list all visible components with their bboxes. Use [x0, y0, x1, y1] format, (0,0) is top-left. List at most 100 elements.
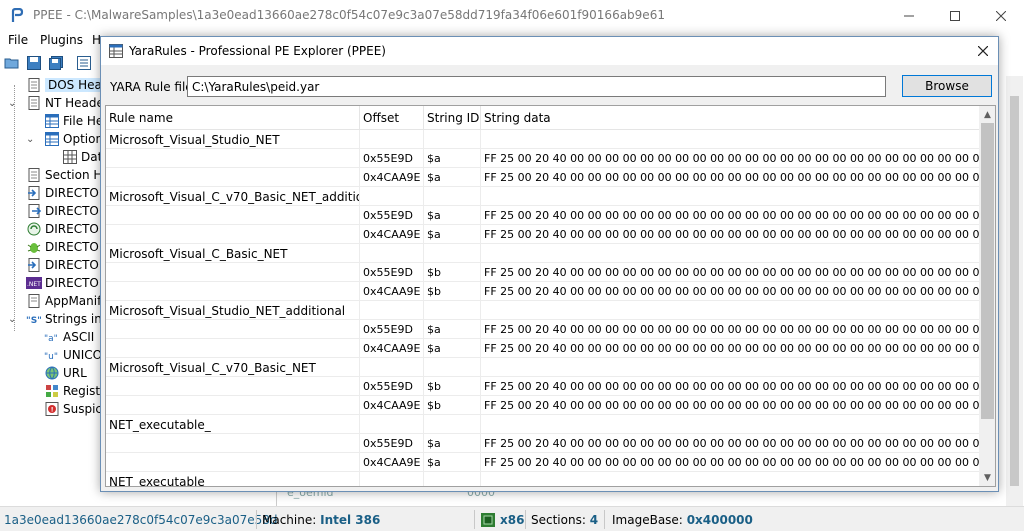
hex-view-icon[interactable]	[76, 55, 92, 71]
cell-offset: 0x4CAA9E	[360, 396, 424, 415]
tree-item[interactable]: File He	[44, 112, 101, 130]
cell-data	[481, 244, 979, 263]
rule-group-row[interactable]: NET_executable	[106, 472, 979, 486]
match-row[interactable]: 0x4CAA9E $a FF 25 00 20 40 00 00 00 00 00 …	[106, 225, 979, 244]
cell-id: $b	[424, 396, 481, 415]
tree-item-label: Section He	[45, 168, 101, 182]
maximize-icon	[950, 10, 960, 21]
cell-rule: Microsoft_Visual_C_v70_Basic_NET	[106, 358, 360, 377]
save-icon[interactable]	[26, 55, 42, 71]
scroll-down-icon[interactable]: ▼	[979, 469, 995, 486]
table-header: Rule name Offset String ID String data	[106, 106, 979, 130]
table-icon	[45, 132, 59, 146]
match-row[interactable]: 0x4CAA9E $b FF 25 00 20 40 00 00 00 00 00 …	[106, 282, 979, 301]
status-imagebase: ImageBase: 0x400000	[612, 507, 753, 532]
tree-item[interactable]: Dat	[62, 148, 101, 166]
svg-text:.NET: .NET	[27, 281, 41, 288]
cell-rule: Microsoft_Visual_Studio_NET	[106, 130, 360, 149]
tree-item-label: ASCII	[63, 330, 95, 344]
column-header-rule-name[interactable]: Rule name	[106, 106, 360, 130]
rule-group-row[interactable]: NET_executable_	[106, 415, 979, 434]
document-icon	[28, 168, 40, 182]
cell-offset: 0x4CAA9E	[360, 339, 424, 358]
cell-offset	[360, 358, 424, 377]
tree-item[interactable]: DIRECTOR	[26, 238, 101, 256]
rule-group-row[interactable]: Microsoft_Visual_C_Basic_NET	[106, 244, 979, 263]
dialog-close-button[interactable]	[968, 37, 998, 65]
rule-group-row[interactable]: Microsoft_Visual_Studio_NET_additional	[106, 301, 979, 320]
tree-item[interactable]: ⌄ Option	[26, 130, 101, 148]
chevron-down-icon[interactable]: ⌄	[8, 98, 17, 109]
tree-item[interactable]: AppManif	[26, 292, 101, 310]
chevron-down-icon[interactable]: ⌄	[8, 314, 17, 325]
column-header-offset[interactable]: Offset	[360, 106, 424, 130]
match-row[interactable]: 0x55E9D $a FF 25 00 20 40 00 00 00 00 00 0…	[106, 434, 979, 453]
tree-item[interactable]: Regist	[44, 382, 100, 400]
column-header-string-data[interactable]: String data	[481, 106, 979, 130]
rule-group-row[interactable]: Microsoft_Visual_C_v70_Basic_NET_additio…	[106, 187, 979, 206]
cell-id: $b	[424, 282, 481, 301]
tree-item[interactable]: DIRECTOR	[26, 256, 101, 274]
bug-icon	[27, 243, 41, 253]
cell-id: $a	[424, 434, 481, 453]
cell-data: FF 25 00 20 40 00 00 00 00 00 00 00 00 0…	[484, 437, 979, 450]
tree-item-label: File He	[63, 114, 101, 128]
match-row[interactable]: 0x55E9D $b FF 25 00 20 40 00 00 00 00 00 0…	[106, 377, 979, 396]
match-row[interactable]: 0x55E9D $b FF 25 00 20 40 00 00 00 00 00 0…	[106, 263, 979, 282]
match-row[interactable]: 0x4CAA9E $a FF 25 00 20 40 00 00 00 00 00 …	[106, 453, 979, 472]
tree-item[interactable]: ! Suspic	[44, 400, 101, 418]
rule-group-row[interactable]: Microsoft_Visual_Studio_NET	[106, 130, 979, 149]
match-row[interactable]: 0x55E9D $a FF 25 00 20 40 00 00 00 00 00 0…	[106, 206, 979, 225]
tree-item[interactable]: Section He	[26, 166, 101, 184]
match-row[interactable]: 0x55E9D $a FF 25 00 20 40 00 00 00 00 00 0…	[106, 149, 979, 168]
toolbar	[0, 52, 100, 74]
cell-id	[424, 415, 481, 434]
tree-item[interactable]: URL	[44, 364, 87, 382]
match-row[interactable]: 0x4CAA9E $b FF 25 00 20 40 00 00 00 00 00 …	[106, 396, 979, 415]
match-row[interactable]: 0x4CAA9E $a FF 25 00 20 40 00 00 00 00 00 …	[106, 168, 979, 187]
tree-item[interactable]: ⌄ "S" Strings in	[8, 310, 101, 328]
table-scrollbar-thumb[interactable]	[981, 123, 994, 419]
tree-item-label: AppManif	[45, 294, 101, 308]
table-vertical-scrollbar[interactable]: ▲ ▼	[979, 106, 995, 486]
tree-item[interactable]: DIRECTOR	[26, 220, 101, 238]
cell-offset: 0x55E9D	[360, 377, 424, 396]
tree-item[interactable]: DIRECTOR	[26, 184, 101, 202]
rule-file-input[interactable]	[187, 76, 886, 97]
tree-item[interactable]: DOS Head	[26, 76, 101, 94]
close-window-button[interactable]	[978, 0, 1024, 31]
machine-value: Intel 386	[320, 512, 381, 527]
cell-rule	[106, 168, 360, 187]
tree-item[interactable]: "u" UNICO	[44, 346, 101, 364]
match-row[interactable]: 0x4CAA9E $a FF 25 00 20 40 00 00 00 00 00 …	[106, 339, 979, 358]
menu-plugins[interactable]: Plugins	[40, 33, 83, 47]
save-all-icon[interactable]	[48, 55, 64, 71]
export-icon	[28, 204, 42, 218]
tree-item[interactable]: .NET DIRECTOR	[26, 274, 101, 292]
tree-item-label: DOS Head	[45, 78, 101, 92]
tree-item[interactable]: ⌄ NT Heade	[8, 94, 101, 112]
cell-id: $a	[424, 339, 481, 358]
tree-item[interactable]: DIRECTOR	[26, 202, 101, 220]
rule-group-row[interactable]: Microsoft_Visual_C_v70_Basic_NET	[106, 358, 979, 377]
tree-item-label: Strings in	[45, 312, 101, 326]
open-folder-icon[interactable]	[4, 55, 20, 71]
cell-id: $a	[424, 320, 481, 339]
maximize-button[interactable]	[932, 0, 978, 31]
cell-id	[424, 130, 481, 149]
main-vertical-scrollbar[interactable]	[1006, 76, 1023, 506]
rule-file-label: YARA Rule file:	[110, 80, 197, 94]
cell-offset	[360, 472, 424, 486]
ascii-icon: "a"	[44, 334, 58, 344]
browse-button[interactable]: Browse	[902, 75, 992, 97]
tree-item[interactable]: "a" ASCII	[44, 328, 94, 346]
scrollbar-thumb[interactable]	[1010, 96, 1019, 486]
relocation-icon	[27, 222, 41, 236]
scroll-up-icon[interactable]: ▲	[979, 106, 995, 123]
minimize-button[interactable]	[886, 0, 932, 31]
cell-data: FF 25 00 20 40 00 00 00 00 00 00 00 00 0…	[484, 399, 979, 412]
column-header-string-id[interactable]: String ID	[424, 106, 481, 130]
chevron-down-icon[interactable]: ⌄	[26, 134, 35, 145]
menu-file[interactable]: File	[8, 33, 28, 47]
match-row[interactable]: 0x55E9D $a FF 25 00 20 40 00 00 00 00 00 0…	[106, 320, 979, 339]
